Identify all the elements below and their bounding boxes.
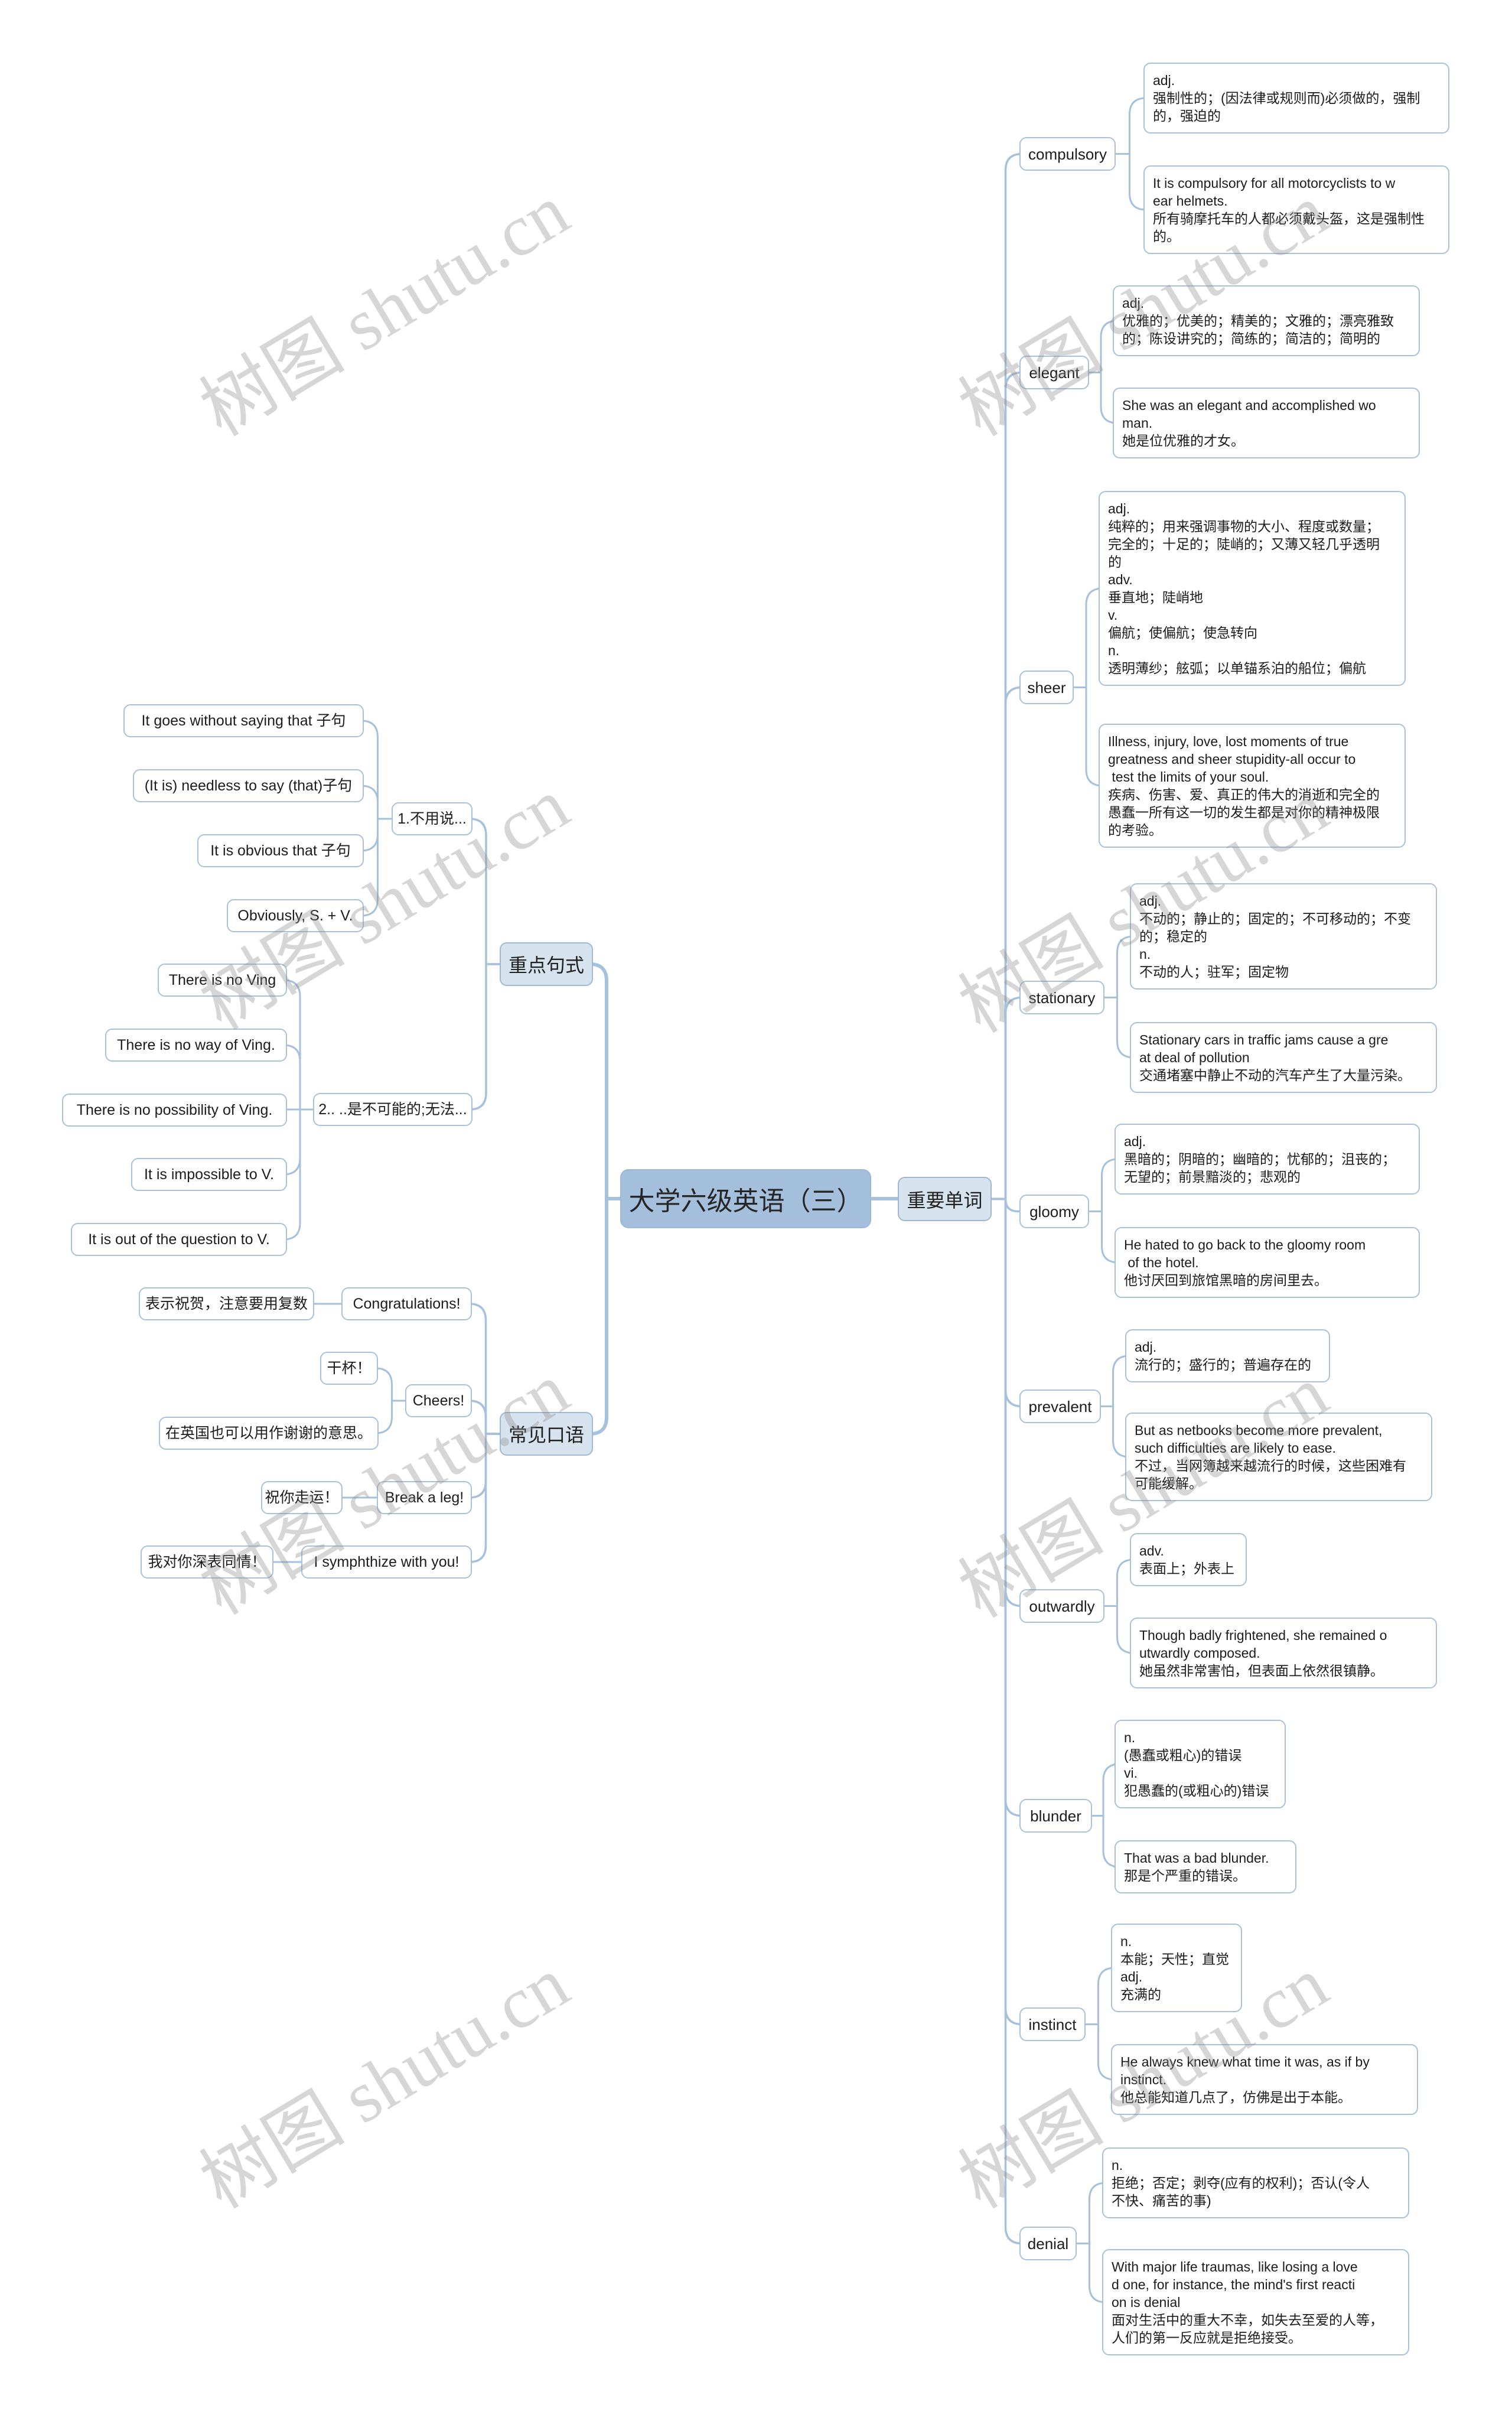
example-box: It is compulsory for all motorcyclists t…	[1143, 165, 1449, 254]
definition-box: adj. 不动的；静止的；固定的；不可移动的；不变 的；稳定的 n. 不动的人；…	[1130, 883, 1437, 990]
branch-important-words: 重要单词	[898, 1177, 992, 1221]
sentence-pattern: It is impossible to V.	[131, 1158, 287, 1191]
connector-line	[468, 1433, 501, 1499]
definition-box: adj. 纯粹的；用来强调事物的大小、程度或数量； 完全的；十足的；陡峭的；又薄…	[1099, 491, 1406, 686]
connector-line	[468, 963, 501, 1111]
central-topic: 大学六级英语（三）	[620, 1169, 871, 1228]
connector-line	[588, 1197, 622, 1436]
phrase-topic: Cheers!	[405, 1384, 472, 1417]
phrase-note: 我对你深表同情！	[141, 1545, 273, 1579]
definition-box: adj. 强制性的；(因法律或规则而)必须做的，强制 的，强迫的	[1143, 63, 1449, 134]
definition-box: n. 本能；天性；直觉 adj. 充满的	[1111, 1924, 1242, 2012]
example-box: Illness, injury, love, lost moments of t…	[1099, 724, 1406, 848]
connector-line	[990, 152, 1024, 1200]
phrase-note: 表示祝贺，注意要用复数	[139, 1287, 314, 1320]
definition-box: n. (愚蠢或粗心)的错误 vi. 犯愚蠢的(或粗心的)错误	[1115, 1720, 1286, 1808]
example-box: He hated to go back to the gloomy room o…	[1115, 1227, 1420, 1298]
connector-line	[360, 818, 393, 852]
word-topic: elegant	[1019, 356, 1089, 389]
example-box: Stationary cars in traffic jams cause a …	[1130, 1022, 1437, 1093]
connector-line	[990, 1198, 1024, 2245]
connector-line	[588, 962, 622, 1200]
connector-line	[1115, 97, 1147, 155]
example-box: Though badly frightened, she remained o …	[1130, 1618, 1437, 1688]
sentence-group-topic: 1.不用说...	[392, 802, 472, 835]
definition-box: adj. 黑暗的；阴暗的；幽暗的；忧郁的；沮丧的； 无望的；前景黯淡的；悲观的	[1115, 1124, 1420, 1195]
example-box: With major life traumas, like losing a l…	[1102, 2249, 1409, 2355]
phrase-topic: I symphthize with you!	[301, 1545, 472, 1579]
sentence-pattern: (It is) needless to say (that)子句	[133, 769, 364, 802]
connector-line	[360, 818, 393, 917]
word-topic: denial	[1019, 2227, 1077, 2260]
word-topic: blunder	[1019, 1799, 1092, 1833]
connector-line	[990, 1198, 1024, 1608]
phrase-note: 干杯！	[320, 1352, 378, 1385]
sentence-pattern: It is out of the question to V.	[71, 1223, 287, 1256]
connector-line	[282, 1108, 314, 1176]
connector-line	[282, 1044, 314, 1111]
branch-common-phrases: 常见口语	[500, 1412, 593, 1456]
mind-map-canvas: 大学六级英语（三） 重要单词 重点句式 常见口语 compulsory adj.…	[0, 0, 1512, 2421]
connector-line	[374, 1367, 406, 1402]
example-box: But as netbooks become more prevalent, s…	[1125, 1413, 1432, 1501]
definition-box: adv. 表面上；外表上	[1130, 1533, 1247, 1586]
word-topic: gloomy	[1019, 1195, 1089, 1228]
word-topic: compulsory	[1019, 137, 1116, 171]
word-topic: stationary	[1019, 981, 1104, 1014]
example-box: He always knew what time it was, as if b…	[1111, 2044, 1418, 2115]
connector-line	[360, 720, 393, 820]
connector-line	[990, 1198, 1024, 1817]
connector-line	[374, 1400, 406, 1434]
phrase-note: 在英国也可以用作谢谢的意思。	[159, 1417, 379, 1450]
sentence-pattern: It goes without saying that 子句	[123, 704, 364, 737]
sentence-pattern: There is no way of Ving.	[105, 1029, 287, 1062]
connector-line	[990, 1198, 1024, 1408]
definition-box: n. 拒绝；否定；剥夺(应有的权利)；否认(令人 不快、痛苦的事)	[1102, 2147, 1409, 2218]
example-box: She was an elegant and accomplished wo m…	[1113, 388, 1420, 458]
connector-line	[990, 1198, 1024, 2026]
sentence-pattern: There is no possibility of Ving.	[62, 1094, 287, 1127]
phrase-note: 祝你走运！	[261, 1481, 343, 1514]
connector-line	[468, 1303, 501, 1435]
phrase-topic: Break a leg!	[377, 1481, 472, 1514]
sentence-group-topic: 2.. ..是不可能的;无法...	[313, 1093, 472, 1126]
definition-box: adj. 优雅的；优美的；精美的；文雅的；漂亮雅致 的；陈设讲究的；简练的；简洁…	[1113, 285, 1420, 356]
sentence-pattern: Obviously, S. + V.	[227, 899, 364, 932]
connector-line	[1115, 153, 1147, 211]
word-topic: sheer	[1019, 671, 1074, 704]
word-topic: prevalent	[1019, 1390, 1101, 1423]
word-topic: instinct	[1019, 2007, 1086, 2041]
definition-box: adj. 流行的；盛行的；普遍存在的	[1125, 1329, 1330, 1382]
sentence-pattern: There is no Ving	[158, 964, 287, 997]
branch-key-sentences: 重点句式	[500, 942, 593, 986]
connector-line	[360, 785, 393, 820]
phrase-topic: Congratulations!	[341, 1287, 472, 1320]
connector-line	[468, 1400, 501, 1435]
connector-line	[468, 818, 501, 965]
connector-line	[990, 996, 1024, 1200]
example-box: That was a bad blunder. 那是个严重的错误。	[1115, 1840, 1296, 1893]
connector-line	[990, 686, 1024, 1200]
word-topic: outwardly	[1019, 1589, 1104, 1623]
sentence-pattern: It is obvious that 子句	[197, 834, 364, 867]
connector-line	[990, 371, 1024, 1200]
